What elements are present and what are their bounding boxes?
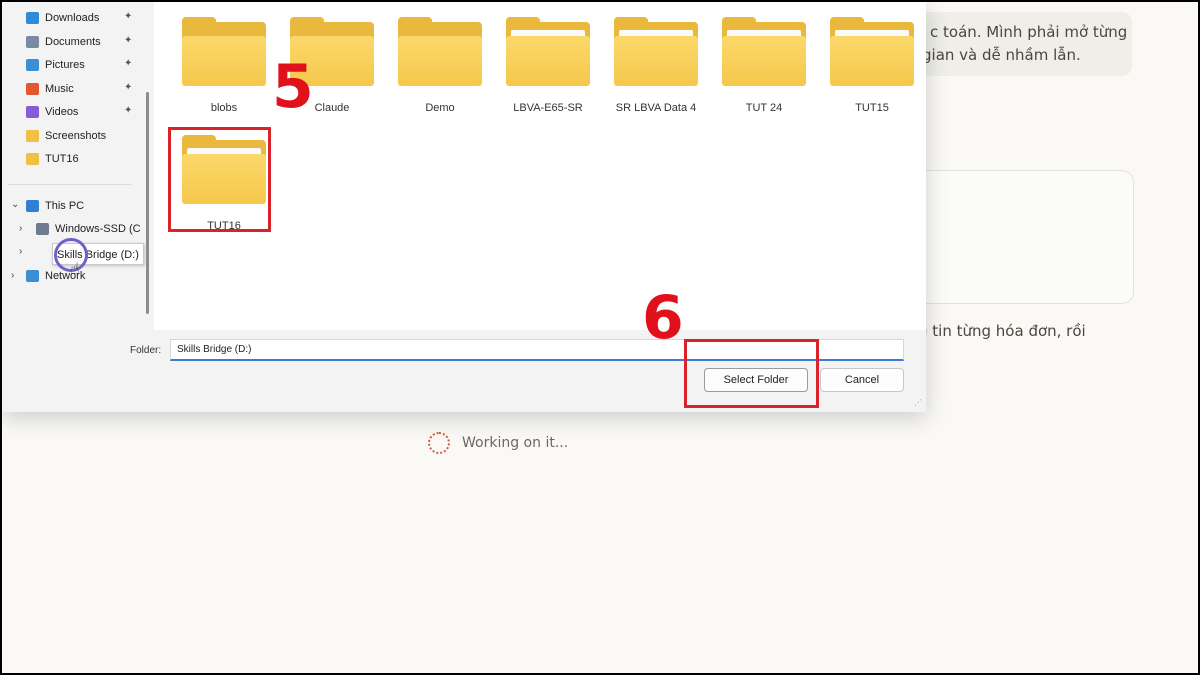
quick-access-item[interactable]: Videos [26,102,78,122]
screen: c toán. Mình phải mở từng gian và dễ nhầ… [0,0,1200,675]
folder-name: SR LBVA Data 4 [615,102,697,114]
quick-access-label: TUT16 [45,153,79,165]
pin-icon[interactable]: ✦ [124,35,132,46]
pictures-icon [26,59,39,71]
folder-icon [398,17,482,86]
spinner-icon [428,432,450,454]
videos-icon [26,106,39,118]
folder-name: blobs [210,102,238,114]
folder-field-label: Folder: [130,345,162,356]
folder-name: LBVA-E65-SR [513,102,583,114]
quick-access-item[interactable]: Music [26,79,74,99]
navigation-pane: Downloads ✦ Documents ✦ Pictures ✦ Music ✦ Video… [2,2,148,332]
highlight-box-step5 [168,127,271,232]
working-status: Working on it... [428,432,568,454]
chat-bubble-line: gian và dễ nhầm lẫn. [922,46,1081,64]
quick-access-item[interactable]: TUT16 [26,149,79,169]
working-status-text: Working on it... [462,435,569,451]
pin-icon[interactable]: ✦ [124,105,132,116]
nav-scrollbar[interactable] [146,92,149,314]
network-icon [26,270,39,282]
pin-icon[interactable]: ✦ [124,11,132,22]
folder-item[interactable]: SR LBVA Data 4 [606,2,706,114]
quick-access-label: Downloads [45,12,100,24]
quick-access-item[interactable]: Screenshots [26,126,106,146]
step-number-5: 5 [272,52,314,122]
folder-icon [830,17,914,86]
assistant-reply-text: g tin từng hóa đơn, rồi [918,322,1086,340]
nav-item-label: Windows-SSD (C [55,223,141,235]
chat-input-card[interactable] [897,170,1134,304]
chevron-right-icon[interactable]: › [19,246,22,257]
quick-access-item[interactable]: Downloads [26,8,99,28]
hand-cursor-icon: ☝ [70,261,80,278]
quick-access-label: Videos [45,106,79,118]
nav-item-this-pc[interactable]: This PC [26,196,84,216]
quick-access-label: Music [45,82,74,95]
step-number-6: 6 [642,283,684,353]
quick-access-item[interactable]: Pictures [26,55,85,75]
quick-access-item[interactable]: Documents [26,32,101,52]
folder-icon [722,17,806,86]
resize-grip-icon[interactable]: ⋰ [914,398,922,407]
cancel-button[interactable]: Cancel [820,368,904,392]
folder-icon [614,17,698,86]
pin-icon[interactable]: ✦ [124,82,132,93]
folder-icon [182,17,266,86]
download-icon [26,12,39,24]
folder-icon [506,17,590,86]
folder-icon [26,129,39,142]
pin-icon[interactable]: ✦ [124,58,132,69]
chat-bubble [907,12,1132,76]
folder-item[interactable]: TUT 24 [714,2,814,114]
nav-divider [8,184,132,185]
chevron-right-icon[interactable]: › [11,270,14,281]
quick-access-label: Pictures [45,59,85,71]
folder-name: TUT15 [855,102,889,114]
folder-icon [26,153,39,165]
computer-icon [26,200,39,212]
nav-item-windows-ssd[interactable]: Windows-SSD (C [36,219,141,239]
drive-icon [36,223,49,235]
folder-name: TUT 24 [745,102,783,114]
music-icon [26,82,39,95]
folder-item[interactable]: LBVA-E65-SR [498,2,598,114]
quick-access-label: Documents [45,35,101,48]
nav-item-label: This PC [45,200,85,212]
folder-item[interactable]: TUT15 [822,2,922,114]
documents-icon [26,35,39,48]
chevron-down-icon[interactable]: ⌄ [11,199,19,210]
folder-item[interactable]: Demo [390,2,490,114]
quick-access-label: Screenshots [45,129,107,142]
highlight-box-step6 [684,339,819,408]
folder-name: Demo [425,102,455,114]
folder-item[interactable]: blobs [174,2,274,114]
chevron-right-icon[interactable]: › [19,223,22,234]
chat-bubble-line: c toán. Mình phải mở từng [930,23,1128,41]
